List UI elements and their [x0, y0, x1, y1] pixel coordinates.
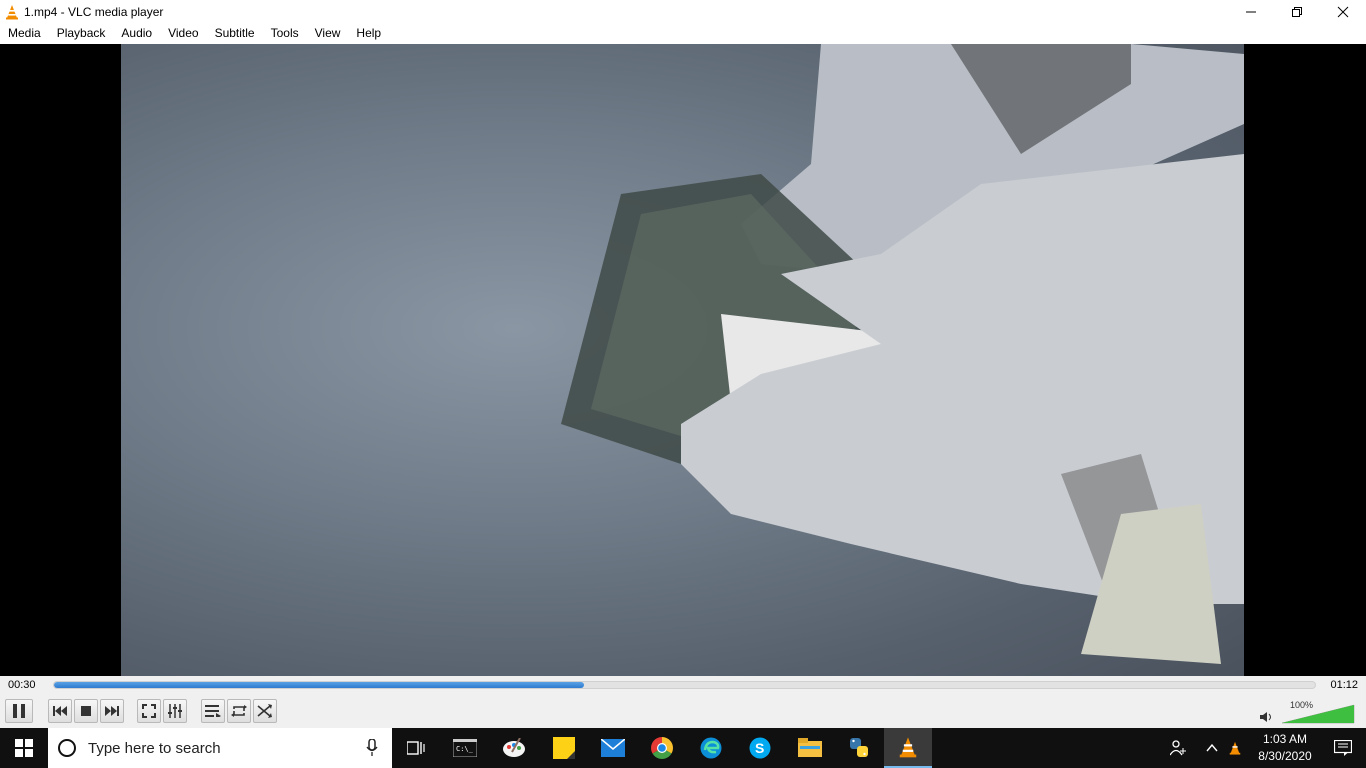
- menu-tools[interactable]: Tools: [263, 23, 307, 44]
- shuffle-icon: [257, 704, 272, 718]
- system-clock[interactable]: 1:03 AM 8/30/2020: [1250, 731, 1320, 765]
- people-icon[interactable]: [1170, 740, 1186, 756]
- window-title: 1.mp4 - VLC media player: [24, 4, 164, 19]
- svg-text:S: S: [755, 740, 764, 756]
- edge-icon[interactable]: [687, 728, 735, 768]
- shuffle-button[interactable]: [253, 699, 277, 723]
- stop-button[interactable]: [74, 699, 98, 723]
- pause-icon: [13, 704, 25, 718]
- windows-taskbar: Type here to search C:\_ S 1:03 AM 8/30/…: [0, 728, 1366, 768]
- skype-icon[interactable]: S: [736, 728, 784, 768]
- skip-previous-icon: [53, 706, 67, 716]
- speaker-icon[interactable]: [1260, 711, 1274, 723]
- video-frame[interactable]: [121, 44, 1244, 676]
- minimize-icon: [1246, 11, 1256, 12]
- clock-time: 1:03 AM: [1262, 732, 1308, 746]
- taskbar-search-box[interactable]: Type here to search: [48, 728, 392, 768]
- menu-help[interactable]: Help: [348, 23, 389, 44]
- equalizer-icon: [168, 704, 182, 718]
- pause-button[interactable]: [5, 699, 33, 723]
- playlist-button[interactable]: [201, 699, 225, 723]
- paint-icon[interactable]: [490, 728, 538, 768]
- menu-media[interactable]: Media: [0, 23, 49, 44]
- menu-video[interactable]: Video: [160, 23, 206, 44]
- volume-slider[interactable]: [1282, 704, 1356, 724]
- windows-logo-icon: [15, 739, 33, 757]
- chevron-up-icon[interactable]: [1206, 744, 1218, 752]
- elapsed-time: 00:30: [8, 679, 36, 691]
- volume-fill: [1282, 705, 1354, 723]
- restore-button[interactable]: [1274, 0, 1320, 23]
- previous-button[interactable]: [48, 699, 72, 723]
- fullscreen-icon: [142, 704, 156, 718]
- total-time[interactable]: 01:12: [1330, 679, 1358, 691]
- vlc-tray-icon[interactable]: [1228, 740, 1242, 756]
- seek-progress-fill: [54, 682, 584, 688]
- menu-playback[interactable]: Playback: [49, 23, 114, 44]
- video-area[interactable]: [0, 44, 1366, 676]
- menu-view[interactable]: View: [307, 23, 349, 44]
- seek-row: 00:30 01:12: [0, 676, 1366, 696]
- title-bar: 1.mp4 - VLC media player: [0, 0, 1366, 23]
- loop-button[interactable]: [227, 699, 251, 723]
- extended-settings-button[interactable]: [163, 699, 187, 723]
- stop-icon: [81, 706, 91, 716]
- vlc-icon: [6, 4, 18, 19]
- loop-icon: [231, 705, 247, 717]
- minimize-button[interactable]: [1228, 0, 1274, 23]
- task-view-icon[interactable]: [392, 728, 440, 768]
- menu-bar: Media Playback Audio Video Subtitle Tool…: [0, 23, 1366, 44]
- close-icon: [1337, 6, 1349, 17]
- file-explorer-icon[interactable]: [786, 728, 834, 768]
- playlist-icon: [205, 705, 221, 717]
- playback-controls: 100%: [0, 696, 1366, 728]
- fullscreen-button[interactable]: [137, 699, 161, 723]
- search-placeholder: Type here to search: [88, 739, 221, 757]
- microphone-icon[interactable]: [366, 739, 378, 757]
- start-button[interactable]: [0, 728, 48, 768]
- restore-icon: [1292, 6, 1302, 17]
- terminal-icon[interactable]: C:\_: [441, 728, 489, 768]
- next-button[interactable]: [100, 699, 124, 723]
- volume-control[interactable]: 100%: [1260, 700, 1360, 724]
- notifications-icon[interactable]: [1334, 740, 1352, 756]
- svg-text:C:\_: C:\_: [456, 745, 474, 753]
- menu-subtitle[interactable]: Subtitle: [207, 23, 263, 44]
- menu-audio[interactable]: Audio: [113, 23, 160, 44]
- clock-date: 8/30/2020: [1258, 749, 1312, 763]
- chrome-icon[interactable]: [638, 728, 686, 768]
- cortana-icon: [58, 739, 76, 757]
- mail-icon[interactable]: [589, 728, 637, 768]
- close-button[interactable]: [1320, 0, 1366, 23]
- vlc-taskbar-icon[interactable]: [884, 728, 932, 768]
- video-frame-illustration: [561, 44, 1244, 664]
- python-icon[interactable]: [835, 728, 883, 768]
- seek-slider[interactable]: [53, 681, 1316, 689]
- skip-next-icon: [105, 706, 119, 716]
- sticky-notes-icon[interactable]: [540, 728, 588, 768]
